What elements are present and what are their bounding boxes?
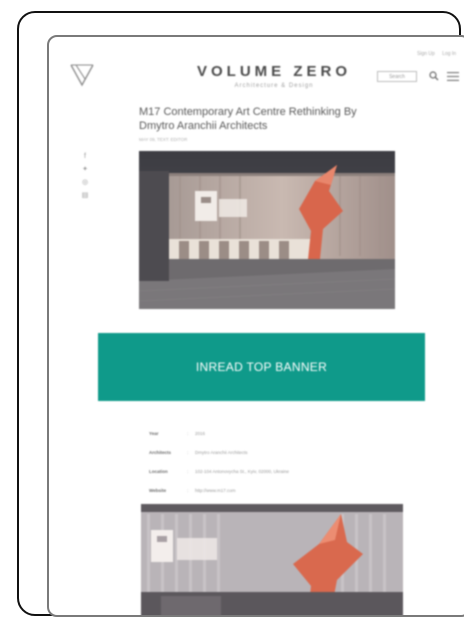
info-value: 2016 bbox=[195, 431, 206, 436]
info-key: Website bbox=[149, 488, 167, 493]
twitter-icon[interactable]: ✦ bbox=[81, 166, 89, 174]
info-row: Architects : Dmytro Aranchii Architects bbox=[149, 450, 389, 469]
inread-top-banner[interactable]: INREAD TOP BANNER bbox=[98, 333, 425, 401]
logo-icon[interactable] bbox=[69, 61, 95, 89]
info-separator: : bbox=[187, 450, 189, 455]
tablet-screen: VOLUME ZERO Architecture & Design Sign U… bbox=[47, 35, 464, 617]
info-value[interactable]: http://www.m17.com bbox=[195, 488, 236, 493]
article-title-line1: M17 Contemporary Art Centre Rethinking B… bbox=[139, 106, 357, 118]
info-separator: : bbox=[187, 488, 189, 493]
top-links: Sign Up Log In bbox=[417, 51, 462, 57]
login-link[interactable]: Log In bbox=[442, 51, 456, 57]
article-page: VOLUME ZERO Architecture & Design Sign U… bbox=[49, 37, 464, 615]
tablet-frame: VOLUME ZERO Architecture & Design Sign U… bbox=[17, 11, 464, 617]
banner-label: INREAD TOP BANNER bbox=[195, 360, 328, 374]
article-title: M17 Contemporary Art Centre Rethinking B… bbox=[139, 105, 399, 133]
facebook-icon[interactable]: f bbox=[81, 153, 89, 161]
hero-image bbox=[139, 151, 395, 309]
info-value[interactable]: Dmytro Aranchii Architects bbox=[195, 450, 248, 455]
project-info: Year : 2016 Architects : Dmytro Aranchii… bbox=[149, 431, 389, 507]
info-separator: : bbox=[187, 469, 189, 474]
site-tagline: Architecture & Design bbox=[234, 83, 314, 89]
info-key: Year bbox=[149, 431, 159, 436]
info-separator: : bbox=[187, 431, 189, 436]
info-row: Location : 102-104 Antonovycha St., Kyiv… bbox=[149, 469, 389, 488]
info-key: Architects bbox=[149, 450, 172, 455]
info-key: Location bbox=[149, 469, 168, 474]
share-bar: f ✦ ◎ ▤ bbox=[81, 153, 91, 205]
site-title[interactable]: VOLUME ZERO bbox=[194, 63, 354, 80]
email-icon[interactable]: ▤ bbox=[81, 192, 89, 200]
signup-link[interactable]: Sign Up bbox=[417, 51, 435, 57]
search-input[interactable]: Search bbox=[377, 71, 417, 82]
pinterest-icon[interactable]: ◎ bbox=[81, 179, 89, 187]
info-row: Year : 2016 bbox=[149, 431, 389, 450]
info-value: 102-104 Antonovycha St., Kyiv, 02000, Uk… bbox=[195, 469, 289, 474]
article-meta: MAY 09, TEXT: EDITOR bbox=[139, 137, 188, 142]
search-icon[interactable] bbox=[429, 71, 439, 81]
gallery-image bbox=[141, 504, 403, 615]
menu-icon[interactable] bbox=[447, 72, 459, 81]
article-title-line2: Dmytro Aranchii Architects bbox=[139, 120, 268, 132]
